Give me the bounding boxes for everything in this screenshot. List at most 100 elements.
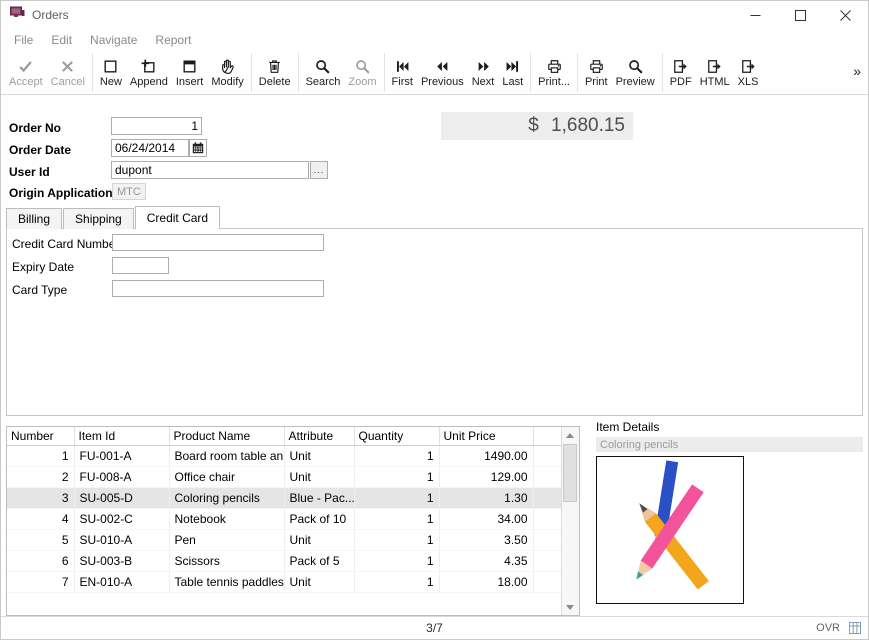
toolbar-overflow-chevron[interactable]: » — [853, 63, 861, 79]
table-row[interactable]: 7EN-010-ATable tennis paddles...Unit118.… — [7, 572, 562, 593]
toolbar-button-label: Print... — [538, 77, 570, 88]
table-row[interactable]: 2FU-008-AOffice chairUnit1129.00 — [7, 467, 562, 488]
insert-square-icon — [181, 58, 198, 75]
toolbar-separator — [577, 53, 578, 92]
toolbar-button-pdf[interactable]: PDF — [666, 53, 696, 93]
toolbar-button-delete[interactable]: Delete — [255, 53, 295, 93]
export-icon — [706, 58, 723, 75]
toolbar-button-preview[interactable]: Preview — [612, 53, 659, 93]
statusbar: 3/7 OVR — [1, 616, 868, 639]
cell-filler — [533, 509, 562, 530]
cell-filler — [533, 530, 562, 551]
tab-billing[interactable]: Billing — [6, 208, 62, 229]
toolbar-button-new[interactable]: New — [96, 53, 126, 93]
item-image — [596, 456, 744, 604]
toolbar-button-zoom: Zoom — [344, 53, 380, 93]
printer-icon — [546, 58, 563, 75]
origin-application-value: MTC — [112, 183, 146, 200]
cell-unit-price: 1.30 — [439, 488, 533, 509]
menu-file[interactable]: File — [5, 33, 42, 47]
toolbar-separator — [530, 53, 531, 92]
item-details-name: Coloring pencils — [596, 437, 863, 452]
toolbar-button-print[interactable]: Print — [581, 53, 612, 93]
table-row[interactable]: 5SU-010-APenUnit13.50 — [7, 530, 562, 551]
toolbar-button-search[interactable]: Search — [302, 53, 345, 93]
first-icon — [394, 58, 411, 75]
cell-product-name: Scissors — [169, 551, 284, 572]
cell-quantity: 1 — [354, 572, 439, 593]
toolbar-button-last[interactable]: Last — [498, 53, 527, 93]
table-row[interactable]: 1FU-001-ABoard room table an...Unit11490… — [7, 446, 562, 467]
cell-number: 7 — [7, 572, 74, 593]
scroll-up-button[interactable] — [562, 427, 578, 443]
menu-navigate[interactable]: Navigate — [81, 33, 146, 47]
cell-unit-price: 3.50 — [439, 530, 533, 551]
toolbar-separator — [384, 53, 385, 92]
menu-report[interactable]: Report — [146, 33, 200, 47]
order-items-table: NumberItem IdProduct NameAttributeQuanti… — [7, 427, 563, 593]
column-header-attribute[interactable]: Attribute — [284, 427, 354, 446]
cell-quantity: 1 — [354, 488, 439, 509]
column-header-item-id[interactable]: Item Id — [74, 427, 169, 446]
toolbar-button-previous[interactable]: Previous — [417, 53, 468, 93]
cell-product-name: Coloring pencils — [169, 488, 284, 509]
toolbar-button-html[interactable]: HTML — [696, 53, 734, 93]
menu-edit[interactable]: Edit — [42, 33, 81, 47]
close-button[interactable] — [823, 1, 868, 29]
table-row[interactable]: 4SU-002-CNotebookPack of 10134.00 — [7, 509, 562, 530]
toolbar: » AcceptCancelNewAppendInsertModifyDelet… — [1, 51, 868, 95]
toolbar-button-next[interactable]: Next — [468, 53, 499, 93]
new-square-icon — [102, 58, 119, 75]
toolbar-button-label: Delete — [259, 77, 291, 88]
order-no-input[interactable] — [111, 117, 202, 135]
order-date-input[interactable] — [111, 139, 189, 157]
minimize-button[interactable] — [733, 1, 778, 29]
arrow-up-icon — [566, 433, 574, 438]
toolbar-separator — [662, 53, 663, 92]
column-header-quantity[interactable]: Quantity — [354, 427, 439, 446]
export-icon — [740, 58, 757, 75]
cell-attribute: Unit — [284, 530, 354, 551]
cell-filler — [533, 572, 562, 593]
magnifier-icon — [354, 58, 371, 75]
cell-number: 5 — [7, 530, 74, 551]
toolbar-button-first[interactable]: First — [388, 53, 417, 93]
order-no-label: Order No — [9, 121, 61, 135]
toolbar-button-cancel: Cancel — [47, 53, 89, 93]
column-header-number[interactable]: Number — [7, 427, 74, 446]
cell-item-id: FU-008-A — [74, 467, 169, 488]
toolbar-button-label: Last — [502, 77, 523, 88]
maximize-button[interactable] — [778, 1, 823, 29]
table-row[interactable]: 6SU-003-BScissorsPack of 514.35 — [7, 551, 562, 572]
cell-item-id: SU-002-C — [74, 509, 169, 530]
user-id-input[interactable] — [111, 161, 309, 179]
calendar-button[interactable] — [189, 139, 207, 157]
toolbar-button-label: Append — [130, 77, 168, 88]
cell-number: 2 — [7, 467, 74, 488]
card-type-input[interactable] — [112, 280, 324, 297]
vertical-scrollbar[interactable] — [561, 427, 579, 615]
toolbar-button-label: First — [392, 77, 413, 88]
export-icon — [672, 58, 689, 75]
tab-credit-card[interactable]: Credit Card — [135, 206, 220, 229]
append-plus-icon — [140, 58, 157, 75]
scrollbar-thumb[interactable] — [563, 444, 577, 502]
expiry-date-label: Expiry Date — [12, 260, 74, 274]
table-row[interactable]: 3SU-005-DColoring pencilsBlue - Pac...11… — [7, 488, 562, 509]
toolbar-button-modify[interactable]: Modify — [207, 53, 247, 93]
toolbar-button-print[interactable]: Print... — [534, 53, 574, 93]
toolbar-button-append[interactable]: Append — [126, 53, 172, 93]
cell-quantity: 1 — [354, 551, 439, 572]
credit-card-number-input[interactable] — [112, 234, 324, 251]
toolbar-separator — [298, 53, 299, 92]
user-id-browse-button[interactable]: ... — [310, 161, 328, 179]
toolbar-button-insert[interactable]: Insert — [172, 53, 208, 93]
column-header-unit-price[interactable]: Unit Price — [439, 427, 533, 446]
next-icon — [475, 58, 492, 75]
previous-icon — [434, 58, 451, 75]
expiry-date-input[interactable] — [112, 257, 169, 274]
tab-shipping[interactable]: Shipping — [63, 208, 134, 229]
column-header-product-name[interactable]: Product Name — [169, 427, 284, 446]
toolbar-button-xls[interactable]: XLS — [734, 53, 763, 93]
scroll-down-button[interactable] — [562, 599, 578, 615]
